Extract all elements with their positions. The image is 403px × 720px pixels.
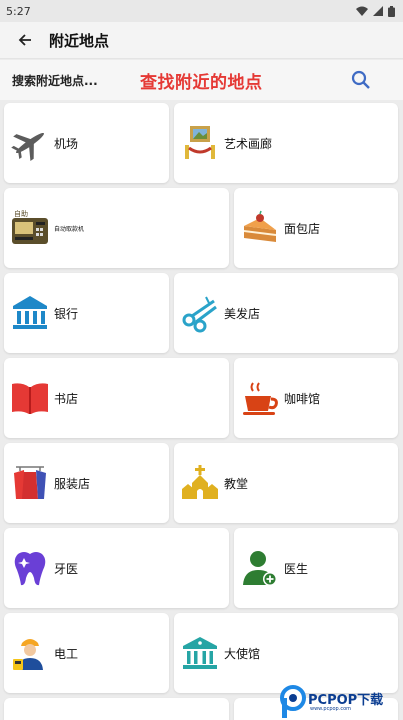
- place-label: 咖啡馆: [284, 391, 321, 406]
- place-card-partial[interactable]: [4, 698, 229, 720]
- place-label: 大使馆: [224, 646, 261, 661]
- search-hint: 查找附近的地点: [140, 72, 263, 93]
- place-card-cafe[interactable]: 咖啡馆: [234, 358, 398, 438]
- place-card-clothing-store[interactable]: 服装店: [4, 443, 169, 523]
- place-card-art-gallery[interactable]: 艺术画廊: [174, 103, 398, 183]
- place-label: 服装店: [54, 476, 91, 491]
- coffee-cup-icon: [240, 378, 280, 418]
- place-card-bookstore[interactable]: 书店: [4, 358, 229, 438]
- status-time: 5:27: [6, 4, 31, 18]
- bank-icon: [10, 293, 50, 333]
- status-icons: [356, 5, 395, 17]
- app-bar: 附近地点: [0, 22, 403, 59]
- church-icon: [180, 463, 220, 503]
- wifi-icon: [356, 6, 368, 16]
- place-card-dentist[interactable]: 牙医: [4, 528, 229, 608]
- pcpop-logo-icon: [280, 685, 306, 718]
- place-label: 面包店: [284, 221, 321, 236]
- place-card-airport[interactable]: 机场: [4, 103, 169, 183]
- airplane-icon: [10, 123, 50, 163]
- watermark-logo: PCPOP下载 www.pcpop.com: [280, 683, 403, 720]
- art-gallery-icon: [180, 123, 220, 163]
- search-bar: 搜索附近地点... 查找附近的地点: [0, 60, 403, 100]
- electrician-icon: [10, 633, 50, 673]
- back-button[interactable]: [16, 31, 34, 49]
- cake-icon: [240, 208, 280, 248]
- place-label: 自动取款机: [54, 225, 85, 233]
- place-card-bank[interactable]: 银行: [4, 273, 169, 353]
- clothing-icon: [10, 463, 50, 503]
- book-icon: [10, 378, 50, 418]
- place-label: 机场: [54, 136, 79, 151]
- battery-icon: [388, 5, 395, 17]
- place-label: 银行: [54, 306, 79, 321]
- page-title: 附近地点: [49, 31, 110, 50]
- place-card-bakery[interactable]: 面包店: [234, 188, 398, 268]
- tooth-icon: [10, 548, 50, 588]
- place-label: 书店: [54, 391, 79, 406]
- place-card-doctor[interactable]: 医生: [234, 528, 398, 608]
- place-card-electrician[interactable]: 电工: [4, 613, 169, 693]
- atm-icon: 自助: [10, 208, 50, 248]
- status-bar: 5:27: [0, 0, 403, 22]
- signal-icon: [373, 6, 383, 16]
- place-label: 医生: [284, 561, 309, 576]
- place-label: 牙医: [54, 561, 79, 576]
- svg-text:自助: 自助: [14, 209, 28, 218]
- watermark-subtext: www.pcpop.com: [310, 706, 351, 712]
- place-card-church[interactable]: 教堂: [174, 443, 398, 523]
- search-input[interactable]: 搜索附近地点...: [12, 72, 102, 89]
- scissors-icon: [180, 293, 220, 333]
- doctor-icon: [240, 548, 280, 588]
- place-label: 电工: [54, 646, 79, 661]
- place-label: 艺术画廊: [224, 136, 273, 151]
- place-label: 美发店: [224, 306, 261, 321]
- embassy-icon: [180, 633, 220, 673]
- place-label: 教堂: [224, 476, 249, 491]
- place-card-hair-salon[interactable]: 美发店: [174, 273, 398, 353]
- place-card-atm[interactable]: 自助 自动取款机: [4, 188, 229, 268]
- search-icon[interactable]: [351, 70, 371, 90]
- back-arrow-icon: [18, 34, 31, 46]
- place-card-embassy[interactable]: 大使馆: [174, 613, 398, 693]
